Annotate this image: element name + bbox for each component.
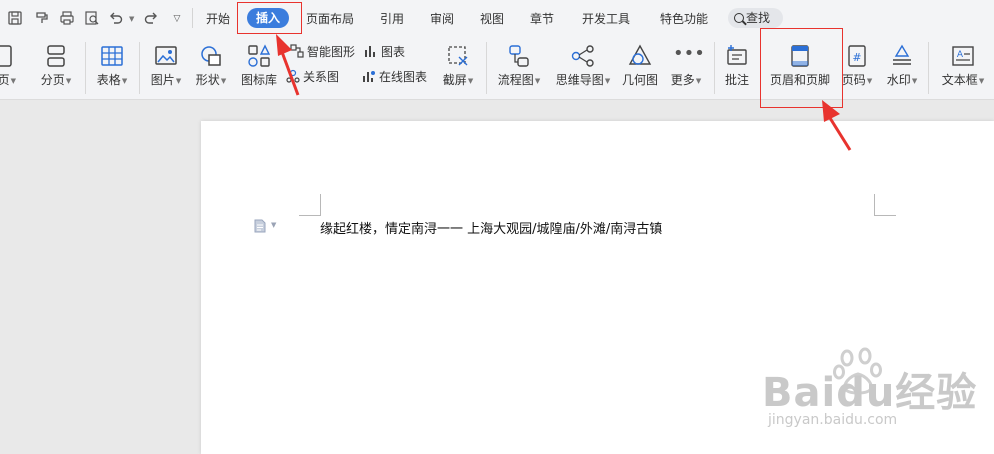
shape-label: 形状▼ <box>195 73 227 87</box>
shape-icon <box>198 43 224 69</box>
customize-toolbar-icon[interactable]: ▽ <box>168 10 186 28</box>
page-number-icon: # <box>844 43 870 69</box>
paragraph-handle-icon[interactable] <box>254 219 266 233</box>
search-label: 查找 <box>746 11 771 25</box>
smart-art-button[interactable]: 智能图形 <box>290 43 355 61</box>
tab-section[interactable]: 章节 <box>530 10 554 28</box>
online-chart-icon <box>362 69 376 83</box>
watermark-label: 水印▼ <box>886 73 918 87</box>
textbox-label: 文本框▼ <box>941 73 985 87</box>
more-icon: ••• <box>673 43 705 64</box>
chart-button[interactable]: 图表 <box>364 43 405 61</box>
icon-library-label: 图标库 <box>240 73 277 87</box>
page-number-label: 页码▼ <box>841 73 873 87</box>
header-footer-label: 页眉和页脚 <box>769 73 830 87</box>
geometry-label: 几何图 <box>621 73 658 87</box>
header-footer-button[interactable]: 页眉和页脚 <box>764 43 836 87</box>
table-label: 表格▼ <box>96 73 128 87</box>
print-preview-icon[interactable] <box>83 10 101 28</box>
cover-page-button[interactable]: ▼封面页 <box>0 43 26 88</box>
icon-library-button[interactable]: 图标库 <box>237 43 281 87</box>
watermark-button[interactable]: 水印▼ <box>882 43 922 88</box>
screenshot-button[interactable]: 截屏▼ <box>440 43 476 88</box>
smart-art-label: 智能图形 <box>307 45 356 59</box>
paragraph-menu-caret[interactable]: ▼ <box>271 221 276 229</box>
relation-chart-button[interactable]: 关系图 <box>286 68 339 86</box>
svg-text:#: # <box>852 51 861 64</box>
online-chart-label: 在线图表 <box>379 70 428 84</box>
tab-page-layout[interactable]: 页面布局 <box>306 10 354 28</box>
page-break-label: 分页▼ <box>40 73 72 87</box>
tab-home[interactable]: 开始 <box>206 10 230 28</box>
page-margin-corner <box>874 194 896 216</box>
tab-developer[interactable]: 开发工具 <box>582 10 630 28</box>
ribbon-divider <box>85 42 86 94</box>
comment-label: 批注 <box>724 73 749 87</box>
relation-chart-label: 关系图 <box>303 70 340 84</box>
tab-insert[interactable]: 插入 <box>247 8 290 28</box>
undo-icon[interactable]: ▼ <box>108 10 136 28</box>
more-button[interactable]: ••• 更多▼ <box>666 43 706 88</box>
more-label: 更多▼ <box>670 73 702 87</box>
page-margin-corner <box>299 194 321 216</box>
screenshot-label: 截屏▼ <box>442 73 474 87</box>
shape-button[interactable]: 形状▼ <box>191 43 231 88</box>
menu-divider <box>192 8 193 28</box>
tab-view[interactable]: 视图 <box>480 10 504 28</box>
tab-special-features[interactable]: 特色功能 <box>660 10 708 28</box>
redo-icon[interactable] <box>142 10 160 28</box>
menu-bar: ▼ ▽ 开始 插入 页面布局 引用 审阅 视图 章节 开发工具 特色功能 查找 <box>0 0 994 36</box>
cover-page-label: ▼封面页 <box>0 73 16 87</box>
icon-library-icon <box>246 43 272 69</box>
picture-button[interactable]: 图片▼ <box>146 43 186 88</box>
watermark-brand: Baidu经验 <box>762 370 978 416</box>
ribbon-divider <box>486 42 487 94</box>
geometry-icon <box>627 43 653 69</box>
svg-text:A: A <box>957 50 964 60</box>
watermark-icon <box>889 43 915 69</box>
chart-icon <box>364 44 378 58</box>
tab-references[interactable]: 引用 <box>380 10 404 28</box>
ribbon-divider <box>714 42 715 94</box>
geometry-button[interactable]: 几何图 <box>620 43 660 87</box>
mind-map-icon <box>570 43 596 69</box>
textbox-button[interactable]: A 文本框▼ <box>936 43 990 88</box>
ribbon-divider <box>928 42 929 94</box>
picture-label: 图片▼ <box>150 73 182 87</box>
print-icon[interactable] <box>58 10 76 28</box>
watermark-url: jingyan.baidu.com <box>768 412 898 428</box>
picture-icon <box>153 43 179 69</box>
comment-button[interactable]: 批注 <box>720 43 754 87</box>
tab-review[interactable]: 审阅 <box>430 10 454 28</box>
chart-label: 图表 <box>381 45 406 59</box>
search-button[interactable]: 查找 <box>728 8 783 28</box>
save-icon[interactable] <box>6 10 24 28</box>
smart-art-icon <box>290 44 304 58</box>
search-icon <box>734 13 744 23</box>
flowchart-icon <box>506 43 532 69</box>
ribbon-divider <box>139 42 140 94</box>
page-number-button[interactable]: # 页码▼ <box>838 43 876 88</box>
header-footer-icon <box>787 43 813 69</box>
flowchart-button[interactable]: 流程图▼ <box>493 43 545 88</box>
comment-icon <box>724 43 750 69</box>
table-button[interactable]: 表格▼ <box>92 43 132 88</box>
format-painter-icon[interactable] <box>33 10 51 28</box>
document-text-line[interactable]: 缘起红楼，情定南浔一一 上海大观园/城隍庙/外滩/南浔古镇 <box>320 218 662 237</box>
mind-map-button[interactable]: 思维导图▼ <box>552 43 614 88</box>
cover-page-icon <box>0 43 18 69</box>
flowchart-label: 流程图▼ <box>497 73 541 87</box>
mind-map-label: 思维导图▼ <box>555 73 611 87</box>
page-break-button[interactable]: 分页▼ <box>36 43 76 88</box>
insert-ribbon: ▼封面页 分页▼ 表格▼ 图片▼ 形状▼ 图标库 智能图形 图表 关系图 在线图… <box>0 36 994 100</box>
table-icon <box>99 43 125 69</box>
textbox-icon: A <box>950 43 976 69</box>
online-chart-button[interactable]: 在线图表 <box>362 68 427 86</box>
page-break-icon <box>43 43 69 69</box>
screenshot-icon <box>445 43 471 69</box>
relation-chart-icon <box>286 69 300 83</box>
